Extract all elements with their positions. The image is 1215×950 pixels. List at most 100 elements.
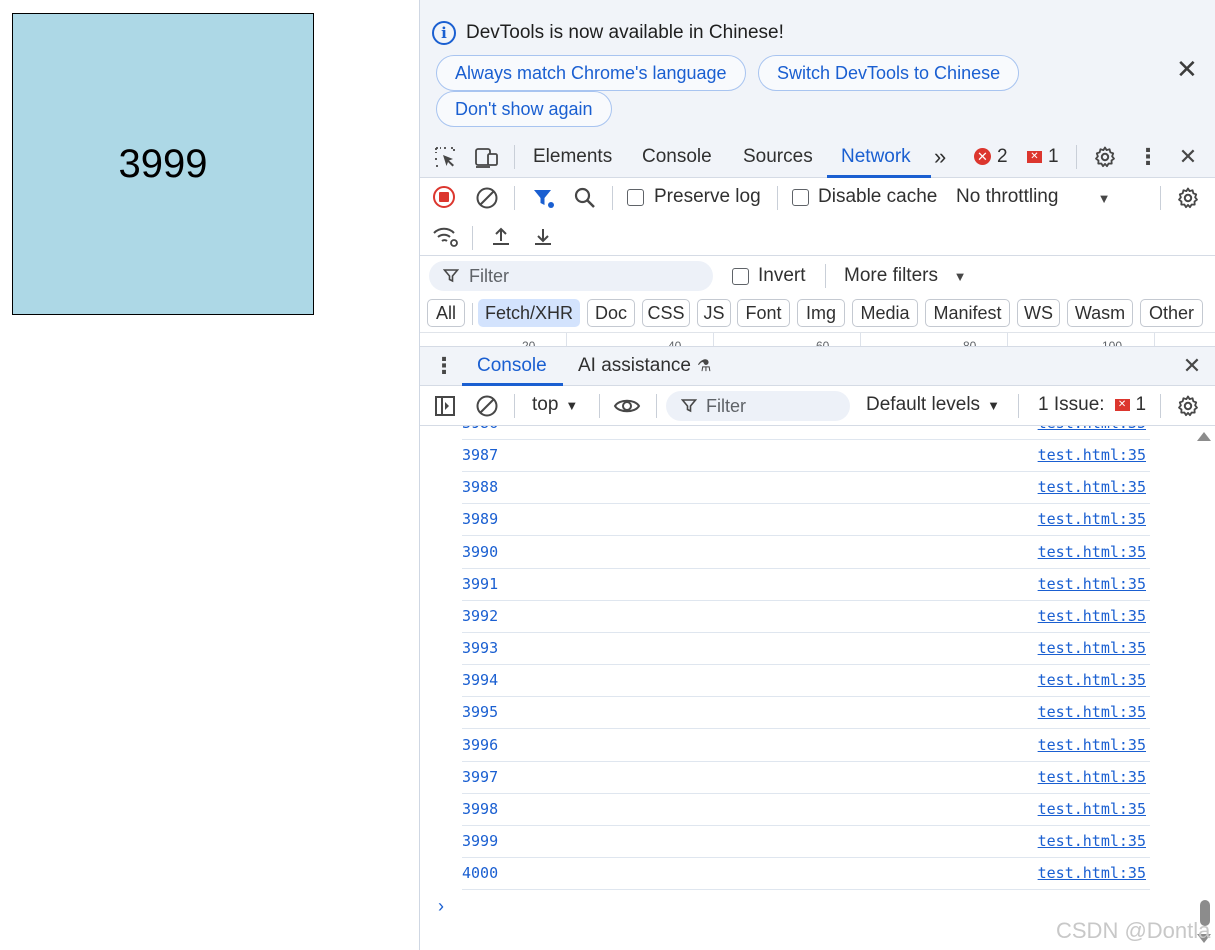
network-timeline-overview: 20 40 60 80 100	[420, 332, 1215, 346]
source-link[interactable]: test.html:35	[1038, 864, 1146, 882]
invert-checkbox[interactable]	[732, 268, 749, 285]
type-filter-doc[interactable]: Doc	[587, 299, 635, 327]
console-prompt[interactable]: ›	[438, 896, 444, 917]
more-filters-dropdown[interactable]: More filters	[844, 265, 938, 287]
console-message-text: 3989	[462, 510, 499, 529]
source-link[interactable]: test.html:35	[1038, 832, 1146, 850]
network-settings-gear-icon[interactable]	[1175, 185, 1201, 211]
drawer-menu-icon[interactable]: ⋮	[433, 353, 455, 378]
filter-icon	[442, 267, 460, 285]
source-link[interactable]: test.html:35	[1038, 768, 1146, 786]
type-filter-manifest[interactable]: Manifest	[925, 299, 1010, 327]
warning-count: 1	[1048, 145, 1059, 167]
type-filter-img[interactable]: Img	[797, 299, 845, 327]
source-link[interactable]: test.html:35	[1038, 446, 1146, 464]
main-tabbar: Elements Console Sources Network » ✕ 2 ✕ 1…	[420, 136, 1215, 178]
console-message-row: 3989 test.html:35	[462, 504, 1150, 537]
switch-chinese-button[interactable]: Switch DevTools to Chinese	[758, 55, 1020, 91]
context-chevron-icon: ▼	[565, 397, 579, 413]
search-icon[interactable]	[572, 185, 598, 211]
counter-box: 3999	[12, 13, 314, 315]
console-settings-gear-icon[interactable]	[1175, 393, 1201, 419]
import-har-icon[interactable]	[488, 224, 514, 250]
live-expression-eye-icon[interactable]	[612, 393, 642, 419]
type-filter-js[interactable]: JS	[697, 299, 731, 327]
source-link[interactable]: test.html:35	[1038, 575, 1146, 593]
console-message-row: 3992 test.html:35	[462, 601, 1150, 633]
export-har-icon[interactable]	[530, 224, 556, 250]
console-message-row: 3999 test.html:35	[462, 826, 1150, 858]
console-message-text: 3986	[462, 426, 498, 432]
warning-counter[interactable]: ✕ 1	[1027, 136, 1059, 177]
inspect-element-icon[interactable]	[432, 144, 458, 170]
source-link[interactable]: test.html:35	[1038, 426, 1146, 432]
type-filter-wasm[interactable]: Wasm	[1067, 299, 1133, 327]
source-link[interactable]: test.html:35	[1038, 543, 1146, 561]
tab-console[interactable]: Console	[642, 136, 712, 177]
type-filter-all[interactable]: All	[427, 299, 465, 327]
tab-sources[interactable]: Sources	[743, 136, 813, 177]
error-icon: ✕	[974, 148, 991, 165]
source-link[interactable]: test.html:35	[1038, 671, 1146, 689]
source-link[interactable]: test.html:35	[1038, 639, 1146, 657]
console-message-text: 3997	[462, 767, 499, 786]
console-message-row: 3988 test.html:35	[462, 472, 1150, 505]
error-counter[interactable]: ✕ 2	[974, 136, 1008, 177]
info-icon: i	[432, 21, 456, 45]
clear-console-icon[interactable]	[474, 393, 500, 419]
console-message-row: 3991 test.html:35	[462, 569, 1150, 601]
network-filter-input[interactable]: Filter	[429, 261, 713, 291]
source-link[interactable]: test.html:35	[1038, 800, 1146, 818]
console-message-text: 3996	[462, 735, 499, 754]
source-link[interactable]: test.html:35	[1038, 736, 1146, 754]
tab-elements[interactable]: Elements	[533, 136, 612, 177]
infobar-close-icon[interactable]: ✕	[1176, 54, 1198, 85]
tab-network[interactable]: Network	[841, 136, 911, 177]
context-label: top	[532, 394, 559, 415]
drawer-tab-ai-assistance[interactable]: AI assistance ⚗	[578, 347, 711, 385]
log-levels-dropdown[interactable]: Default levels ▼	[866, 394, 1000, 416]
network-conditions-icon[interactable]	[432, 224, 460, 250]
watermark: CSDN @Dontla	[1056, 918, 1211, 943]
more-options-icon[interactable]: ⋮	[1136, 144, 1160, 170]
language-infobar: i DevTools is now available in Chinese! …	[420, 0, 1215, 136]
devtools-close-icon[interactable]: ✕	[1176, 144, 1200, 170]
disable-cache-checkbox[interactable]	[792, 189, 809, 206]
filter-funnel-icon[interactable]	[530, 185, 556, 211]
issues-label: 1 Issue:	[1038, 394, 1105, 415]
drawer-tab-console[interactable]: Console	[477, 347, 547, 385]
context-selector[interactable]: top ▼	[532, 394, 578, 416]
throttling-dropdown-icon[interactable]: ▼	[1096, 191, 1112, 206]
settings-gear-icon[interactable]	[1092, 144, 1118, 170]
source-link[interactable]: test.html:35	[1038, 607, 1146, 625]
throttling-select[interactable]: No throttling	[956, 186, 1058, 208]
timeline-tick: 20	[522, 339, 536, 346]
type-filter-ws[interactable]: WS	[1017, 299, 1060, 327]
device-toolbar-icon[interactable]	[474, 144, 500, 170]
record-stop-icon[interactable]	[433, 186, 455, 208]
clear-icon[interactable]	[474, 185, 500, 211]
issues-counter[interactable]: 1 Issue: ✕ 1	[1038, 394, 1146, 416]
scroll-up-arrow-icon[interactable]	[1197, 432, 1211, 441]
console-message-row: 4000 test.html:35	[462, 858, 1150, 891]
error-count: 2	[997, 145, 1008, 167]
page-viewport: 3999	[0, 0, 420, 950]
source-link[interactable]: test.html:35	[1038, 703, 1146, 721]
source-link[interactable]: test.html:35	[1038, 478, 1146, 496]
preserve-log-checkbox[interactable]	[627, 189, 644, 206]
dont-show-again-button[interactable]: Don't show again	[436, 91, 612, 127]
more-filters-chevron-icon[interactable]: ▼	[952, 269, 968, 284]
type-filter-other[interactable]: Other	[1140, 299, 1203, 327]
console-log-area[interactable]: 3986 test.html:35 3987 test.html:35 3988 test…	[420, 426, 1215, 950]
match-language-button[interactable]: Always match Chrome's language	[436, 55, 746, 91]
type-filter-media[interactable]: Media	[852, 299, 918, 327]
sidebar-toggle-icon[interactable]	[432, 394, 458, 418]
type-filter-css[interactable]: CSS	[642, 299, 690, 327]
type-filter-fetch-xhr[interactable]: Fetch/XHR	[478, 299, 580, 327]
drawer-close-icon[interactable]: ✕	[1180, 353, 1204, 378]
more-tabs-icon[interactable]: »	[934, 136, 946, 177]
flask-icon: ⚗	[697, 358, 712, 375]
type-filter-font[interactable]: Font	[737, 299, 790, 327]
source-link[interactable]: test.html:35	[1038, 510, 1146, 528]
console-message-row: 3990 test.html:35	[462, 537, 1150, 569]
